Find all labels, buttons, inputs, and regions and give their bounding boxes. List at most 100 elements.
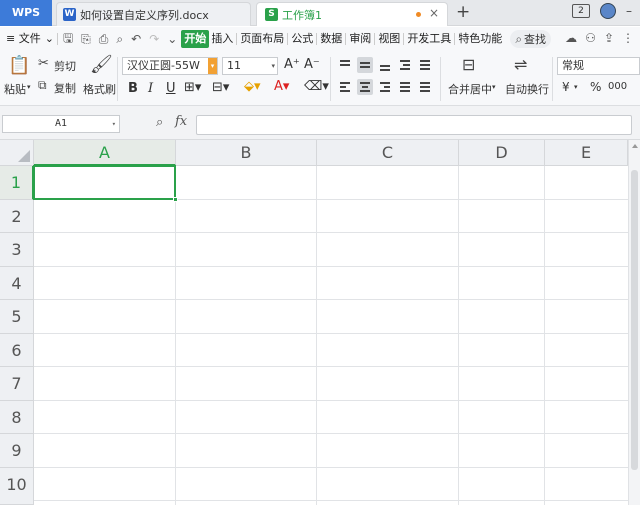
share-icon[interactable]: ⇪ xyxy=(604,31,614,45)
thousands-separator-button[interactable]: 000 xyxy=(608,81,627,92)
quick-access-arrow-icon[interactable]: ⌄ xyxy=(163,32,181,46)
tab-data[interactable]: 数据 xyxy=(318,30,344,48)
search-button[interactable]: ⌕ 查找 xyxy=(510,30,552,48)
user-avatar[interactable] xyxy=(600,3,616,19)
tab-formulas[interactable]: 公式 xyxy=(289,30,315,48)
format-painter-icon[interactable]: 🖌 xyxy=(90,54,113,75)
bold-icon[interactable]: B xyxy=(128,81,138,96)
paste-icon[interactable]: 📋 xyxy=(8,55,30,76)
window-count-badge[interactable]: 2 xyxy=(572,4,590,18)
collaborate-icon[interactable]: ⚇ xyxy=(585,31,596,45)
tab-page-layout[interactable]: 页面布局 xyxy=(238,30,286,48)
align-center-icon[interactable] xyxy=(357,79,373,95)
name-box[interactable]: A1 ▾ xyxy=(2,115,120,133)
increase-indent-icon[interactable] xyxy=(417,57,433,73)
merge-center-button[interactable]: 合并居中 xyxy=(448,81,492,97)
print-preview-icon[interactable]: ⌕ xyxy=(112,32,127,47)
print-icon[interactable]: ⎙ xyxy=(95,32,113,47)
tab-review[interactable]: 审阅 xyxy=(347,30,373,48)
currency-button[interactable]: ¥ xyxy=(562,80,570,94)
column-header-b[interactable]: B xyxy=(176,140,317,166)
export-pdf-icon[interactable]: ⎘ xyxy=(77,32,95,47)
tab-document[interactable]: W 如何设置自定义序列.docx xyxy=(56,2,251,26)
align-right-icon[interactable] xyxy=(377,79,393,95)
paste-button[interactable]: 粘贴 xyxy=(4,81,26,97)
currency-arrow-icon[interactable]: ▾ xyxy=(574,83,578,91)
column-header-a[interactable]: A xyxy=(34,140,176,166)
font-dropdown-arrow-icon[interactable]: ▾ xyxy=(208,58,217,74)
percent-button[interactable]: % xyxy=(590,80,601,94)
row-header-8[interactable]: 8 xyxy=(0,401,34,434)
more-icon[interactable]: ⋮ xyxy=(622,31,634,45)
clear-format-icon[interactable]: ⌫▾ xyxy=(304,79,329,94)
italic-icon[interactable]: I xyxy=(148,81,153,96)
file-menu[interactable]: ≡ 文件 xyxy=(4,30,43,48)
increase-font-icon[interactable]: A⁺ xyxy=(284,57,300,72)
row-header-1[interactable]: 1 xyxy=(0,166,34,200)
justify-icon[interactable] xyxy=(397,79,413,95)
decrease-indent-icon[interactable] xyxy=(397,57,413,73)
tab-workbook[interactable]: S 工作簿1 × xyxy=(256,2,448,26)
row-header-4[interactable]: 4 xyxy=(0,267,34,300)
spreadsheet-grid[interactable]: A B C D E 1 2 3 4 5 6 7 8 9 10 xyxy=(0,140,640,505)
fill-color-icon[interactable]: ⊟▾ xyxy=(212,80,229,95)
merge-center-arrow-icon[interactable]: ▾ xyxy=(492,83,496,91)
underline-icon[interactable]: U xyxy=(166,81,176,96)
cut-button[interactable]: 剪切 xyxy=(54,58,76,74)
paste-arrow-icon[interactable]: ▾ xyxy=(27,83,31,91)
align-middle-icon[interactable] xyxy=(357,57,373,73)
vertical-scrollbar[interactable] xyxy=(628,140,640,505)
save-icon[interactable]: 🖫 xyxy=(59,29,77,50)
font-size-arrow-icon[interactable]: ▾ xyxy=(271,58,275,74)
column-header-c[interactable]: C xyxy=(317,140,459,166)
tab-developer[interactable]: 开发工具 xyxy=(405,30,453,48)
name-box-arrow-icon[interactable]: ▾ xyxy=(112,116,116,132)
file-menu-arrow-icon[interactable]: ⌄ xyxy=(43,30,56,48)
copy-button[interactable]: 复制 xyxy=(54,80,76,96)
highlight-icon[interactable]: ⬙▾ xyxy=(244,79,261,94)
tab-insert[interactable]: 插入 xyxy=(209,30,235,48)
row-header-6[interactable]: 6 xyxy=(0,334,34,367)
row-header-5[interactable]: 5 xyxy=(0,300,34,334)
format-painter-button[interactable]: 格式刷 xyxy=(83,81,116,97)
column-header-e[interactable]: E xyxy=(545,140,628,166)
scissors-icon[interactable]: ✂ xyxy=(38,56,49,71)
tab-special-features[interactable]: 特色功能 xyxy=(456,30,504,48)
zoom-search-icon[interactable]: ⌕ xyxy=(156,115,163,130)
row-header-2[interactable]: 2 xyxy=(0,200,34,233)
redo-icon[interactable]: ↷ xyxy=(145,32,163,46)
row-header-10[interactable]: 10 xyxy=(0,468,34,505)
scroll-up-icon[interactable] xyxy=(632,144,638,148)
copy-icon[interactable]: ⧉ xyxy=(38,78,47,93)
row-header-3[interactable]: 3 xyxy=(0,233,34,267)
merge-center-icon[interactable]: ⊟ xyxy=(462,55,475,74)
active-cell-a1[interactable] xyxy=(33,165,178,202)
distributed-align-icon[interactable] xyxy=(417,79,433,95)
align-top-icon[interactable] xyxy=(337,57,353,73)
row-header-7[interactable]: 7 xyxy=(0,367,34,401)
font-color-icon[interactable]: A▾ xyxy=(274,79,289,94)
formula-input[interactable] xyxy=(196,115,632,135)
font-size-select[interactable]: 11 ▾ xyxy=(222,57,278,75)
fill-handle[interactable] xyxy=(173,197,178,202)
undo-icon[interactable]: ↶ xyxy=(127,32,145,46)
close-tab-icon[interactable]: × xyxy=(429,6,439,20)
decrease-font-icon[interactable]: A⁻ xyxy=(304,57,320,72)
number-format-select[interactable]: 常规 xyxy=(557,57,640,75)
select-all-corner[interactable] xyxy=(0,140,34,166)
column-header-d[interactable]: D xyxy=(459,140,545,166)
insert-function-button[interactable]: fx xyxy=(175,114,187,129)
wrap-text-icon[interactable]: ⇌ xyxy=(514,55,527,74)
tab-view[interactable]: 视图 xyxy=(376,30,402,48)
wrap-text-button[interactable]: 自动换行 xyxy=(505,81,549,97)
border-icon[interactable]: ⊞▾ xyxy=(184,80,201,95)
tab-home[interactable]: 开始 xyxy=(181,30,210,48)
align-bottom-icon[interactable] xyxy=(377,57,393,73)
wps-home-tab[interactable]: WPS xyxy=(0,0,52,26)
scrollbar-thumb[interactable] xyxy=(631,170,638,470)
row-header-9[interactable]: 9 xyxy=(0,434,34,468)
align-left-icon[interactable] xyxy=(337,79,353,95)
font-name-select[interactable]: 汉仪正圆-55W ▾ xyxy=(122,57,218,75)
minimize-icon[interactable]: – xyxy=(626,4,632,18)
cloud-icon[interactable]: ☁ xyxy=(565,31,577,45)
